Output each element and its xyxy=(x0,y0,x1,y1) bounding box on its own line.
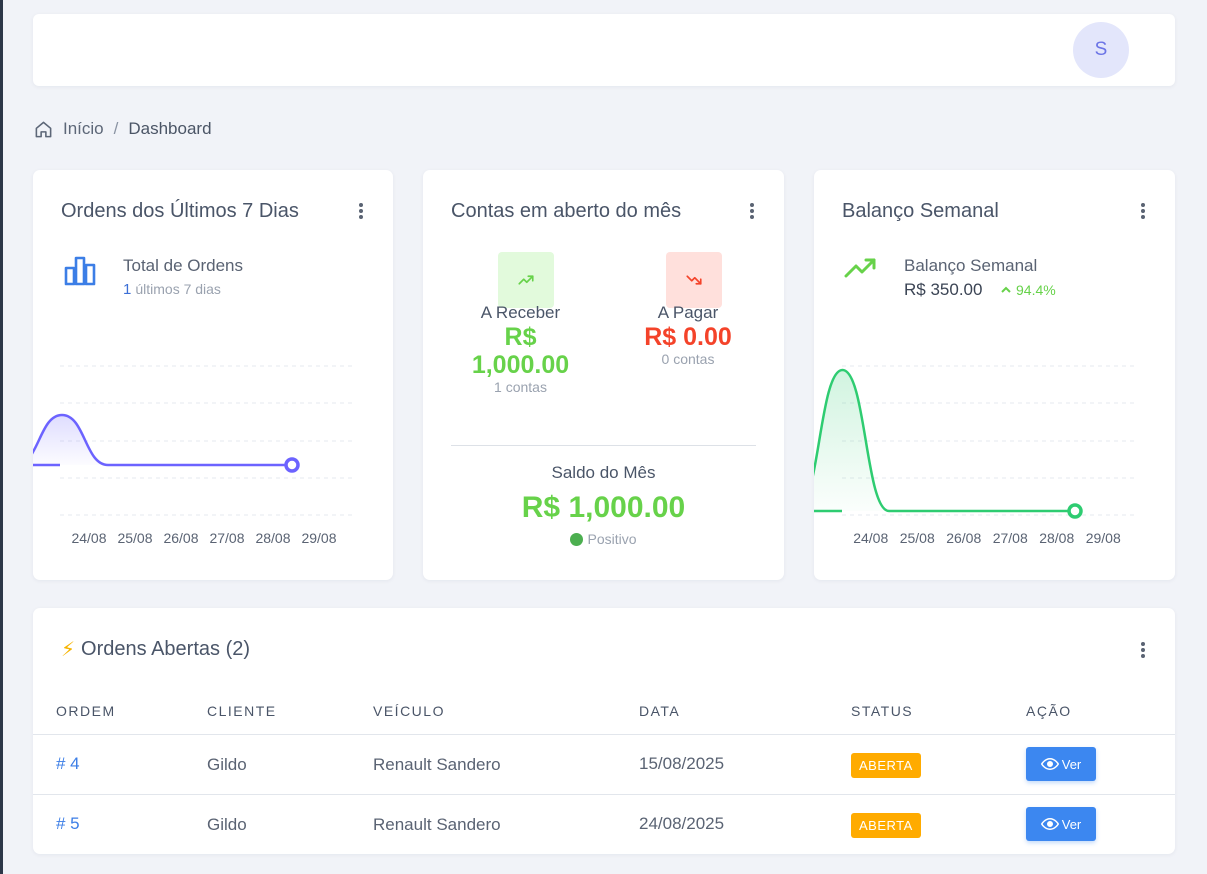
accounts-card: Contas em aberto do mês A Receber R$ 1,0… xyxy=(423,170,784,580)
status-badge: ABERTA xyxy=(851,753,921,778)
home-icon[interactable] xyxy=(34,120,53,139)
open-orders-title: ⚡ Ordens Abertas (2) xyxy=(61,637,250,662)
accounts-divider xyxy=(451,445,756,446)
chart-x-tick-label: 25/08 xyxy=(117,530,153,546)
top-bar: S xyxy=(33,14,1175,86)
eye-icon xyxy=(1040,817,1059,831)
open-orders-card: ⚡ Ordens Abertas (2) ORDEM CLIENTE VEÍCU… xyxy=(33,608,1175,854)
chart-x-tick-label: 24/08 xyxy=(853,530,889,546)
table-cell-client: Gildo xyxy=(207,815,247,834)
chart-x-tick-label: 28/08 xyxy=(1039,530,1075,546)
column-header-status: STATUS xyxy=(851,703,914,719)
breadcrumb-current: Dashboard xyxy=(128,119,212,138)
weekly-balance-card: Balanço Semanal Balanço Semanal R$ 350.0… xyxy=(814,170,1175,580)
chart-x-tick-label: 26/08 xyxy=(163,530,199,546)
chart-last-point xyxy=(1067,503,1083,519)
month-balance-status-text: Positivo xyxy=(587,531,637,547)
chart-x-tick-label: 29/08 xyxy=(301,530,337,546)
status-badge: ABERTA xyxy=(851,813,921,838)
order-number-link[interactable]: # 4 xyxy=(56,754,80,774)
chart-x-tick-label: 27/08 xyxy=(992,530,1028,546)
trending-up-icon xyxy=(498,252,554,308)
table-cell-vehicle: Renault Sandero xyxy=(373,755,501,774)
payable-count: 0 contas xyxy=(661,351,715,367)
view-order-button[interactable]: Ver xyxy=(1026,807,1096,841)
receivable-label: A Receber xyxy=(480,303,561,322)
receivable-amount: 1,000.00 xyxy=(471,351,570,379)
column-header-client: CLIENTE xyxy=(207,703,277,719)
chart-last-point xyxy=(284,457,300,473)
chart-x-tick-label: 28/08 xyxy=(255,530,291,546)
column-header-date: DATA xyxy=(639,703,681,719)
chart-x-tick-label: 24/08 xyxy=(71,530,107,546)
view-order-button[interactable]: Ver xyxy=(1026,747,1096,781)
lightning-icon: ⚡ xyxy=(61,639,76,661)
column-header-order: ORDEM xyxy=(56,703,116,719)
receivable-column: A Receber R$ 1,000.00 1 contas xyxy=(453,303,588,395)
chart-x-tick-label: 29/08 xyxy=(1085,530,1121,546)
month-balance-label: Saldo do Mês xyxy=(551,463,656,482)
chart-x-tick-label: 26/08 xyxy=(946,530,982,546)
trending-down-icon xyxy=(666,252,722,308)
chart-x-tick-label: 27/08 xyxy=(209,530,245,546)
receivable-count: 1 contas xyxy=(494,379,547,395)
receivable-currency: R$ xyxy=(504,323,537,351)
left-rail xyxy=(0,0,3,874)
column-header-vehicle: VEÍCULO xyxy=(373,703,445,719)
weekly-balance-line-chart xyxy=(814,365,1134,519)
table-cell-date: 24/08/2025 xyxy=(639,814,725,833)
weekly-balance-x-axis: 23/0824/0825/0826/0827/0828/0829/08 xyxy=(842,530,1145,546)
order-number-link[interactable]: # 5 xyxy=(56,814,80,834)
orders-card: Ordens dos Últimos 7 Dias Total de Orden… xyxy=(33,170,393,580)
breadcrumb: Início / Dashboard xyxy=(34,119,212,139)
orders-line-chart xyxy=(33,365,353,516)
view-order-label: Ver xyxy=(1061,816,1082,832)
month-balance-amount: R$ 1,000.00 xyxy=(521,491,686,524)
payable-amount: R$ 0.00 xyxy=(644,323,732,351)
table-cell-date: 15/08/2025 xyxy=(639,754,725,773)
view-order-label: Ver xyxy=(1061,756,1082,772)
chart-area-fill xyxy=(33,415,292,465)
month-balance-status: Positivo xyxy=(423,531,784,547)
table-row-divider xyxy=(33,794,1175,795)
eye-icon xyxy=(1040,757,1059,771)
accounts-card-menu-icon[interactable] xyxy=(750,203,754,219)
status-dot-icon xyxy=(570,533,584,546)
accounts-card-title: Contas em aberto do mês xyxy=(451,200,682,222)
payable-column: A Pagar R$ 0.00 0 contas xyxy=(623,303,753,367)
table-header-divider xyxy=(33,734,1175,735)
user-avatar[interactable]: S xyxy=(1073,22,1129,78)
table-cell-vehicle: Renault Sandero xyxy=(373,815,501,834)
chart-x-tick-label: 25/08 xyxy=(899,530,935,546)
open-orders-menu-icon[interactable] xyxy=(1141,642,1145,658)
open-orders-title-text: Ordens Abertas (2) xyxy=(81,638,251,660)
payable-label: A Pagar xyxy=(657,303,719,322)
breadcrumb-separator: / xyxy=(113,119,119,138)
orders-x-axis: 23/0824/0825/0826/0827/0828/0829/08 xyxy=(60,530,363,546)
column-header-action: AÇÃO xyxy=(1026,703,1072,719)
breadcrumb-home-link[interactable]: Início xyxy=(63,119,104,139)
table-cell-client: Gildo xyxy=(207,755,247,774)
